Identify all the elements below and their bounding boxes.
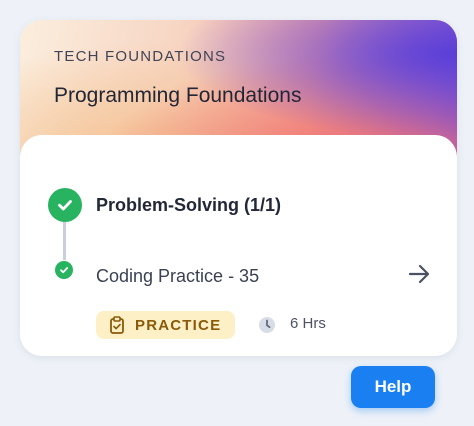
arrow-right-icon [408, 264, 430, 284]
module-title: Problem-Solving (1/1) [96, 195, 282, 215]
course-category: TECH FOUNDATIONS [54, 48, 227, 65]
practice-tag: PRACTICE [96, 311, 235, 339]
duration-text: 6 Hrs [290, 315, 326, 332]
item-title[interactable]: Coding Practice - 35 [96, 266, 259, 287]
clipboard-check-icon [109, 316, 125, 334]
course-card: TECH FOUNDATIONS Programming Foundations… [20, 20, 457, 356]
module-panel: Problem-Solving (1/1) Coding Practice - … [20, 135, 457, 356]
check-circle-icon [55, 261, 73, 279]
clock-icon [258, 316, 276, 334]
tag-label: PRACTICE [135, 316, 222, 334]
course-title: Programming Foundations [54, 84, 302, 107]
open-item-button[interactable] [404, 259, 434, 289]
timeline-connector [63, 222, 66, 260]
check-circle-icon [48, 188, 82, 222]
help-button[interactable]: Help [351, 366, 435, 408]
